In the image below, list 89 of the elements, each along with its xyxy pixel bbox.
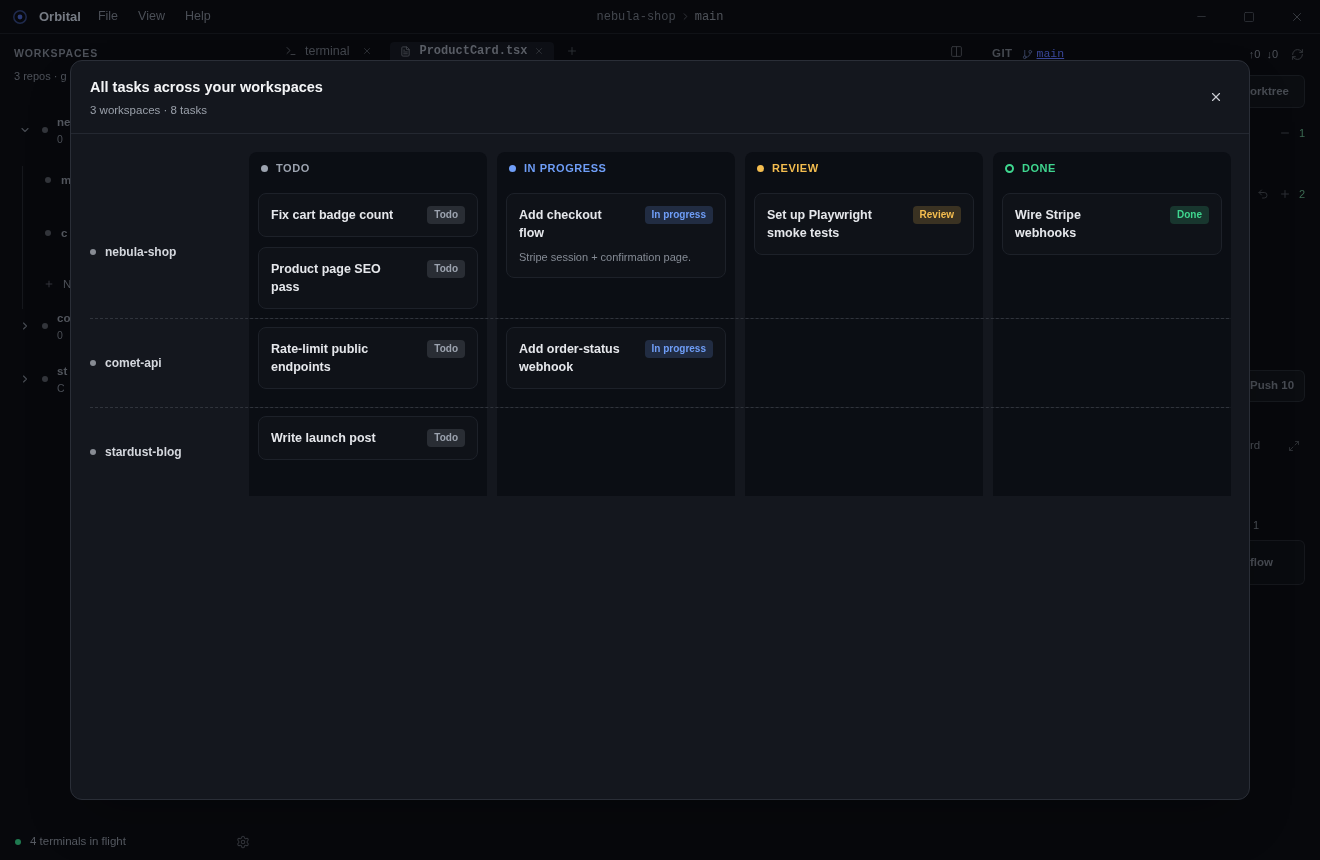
column-title: REVIEW	[772, 161, 819, 177]
plus-icon	[565, 45, 578, 57]
dot-icon	[90, 360, 96, 366]
dialog-subtitle: 3 workspaces · 8 tasks	[90, 102, 208, 118]
settings-button[interactable]	[236, 835, 250, 849]
task-card[interactable]: Set up Playwright smoke tests Review	[754, 193, 974, 255]
status-badge: Todo	[427, 260, 465, 278]
dot-icon	[42, 323, 48, 329]
branch-link[interactable]: main	[1036, 45, 1065, 63]
close-icon	[1209, 90, 1223, 104]
menu-item[interactable]: View	[128, 7, 175, 26]
behind-count: ↓0	[1266, 46, 1278, 62]
column-title: IN PROGRESS	[524, 161, 607, 177]
status-badge: Todo	[427, 340, 465, 358]
task-title: Product page SEO pass	[271, 261, 382, 296]
workspace-name: stardust-blog	[105, 444, 182, 461]
change-count: 2	[1298, 186, 1305, 202]
column-title: TODO	[276, 161, 310, 177]
add-worktree-button[interactable]: N	[44, 275, 72, 293]
maximize-icon	[1243, 10, 1255, 23]
section-label: rd	[1250, 438, 1261, 454]
tab[interactable]: ProductCard.tsx	[390, 42, 554, 60]
repo-name: nebula-shop	[596, 8, 676, 26]
tree-item[interactable]: co 0	[19, 309, 71, 343]
tab[interactable]: terminal	[278, 42, 380, 60]
status-badge: Done	[1170, 206, 1209, 224]
task-title: Set up Playwright smoke tests	[767, 207, 873, 242]
status-dot-icon	[15, 839, 21, 845]
status-badge: Todo	[427, 206, 465, 224]
task-card[interactable]: Rate-limit public endpoints Todo	[258, 327, 478, 389]
status-badge: In progress	[644, 206, 713, 224]
count-text: 1	[1253, 517, 1260, 533]
close-tab-icon[interactable]	[362, 46, 373, 56]
task-title: Add order-status webhook	[519, 341, 621, 376]
app-name: Orbital	[39, 7, 81, 26]
worktree-button[interactable]: orktree	[1250, 75, 1305, 108]
status-badge: Review	[912, 206, 961, 224]
task-title: Write launch post	[271, 430, 376, 447]
task-card[interactable]: Product page SEO pass Todo	[258, 247, 478, 309]
menu-item[interactable]: File	[87, 7, 129, 26]
workspace-name: nebula-shop	[105, 243, 177, 261]
settings-icon	[236, 835, 250, 849]
status-badge: In progress	[644, 340, 713, 358]
tree-item[interactable]: ne 0	[19, 113, 71, 147]
dialog-title: All tasks across your workspaces	[90, 77, 323, 97]
status-badge: Todo	[427, 429, 465, 447]
section-title: WORKSPACES	[14, 48, 99, 59]
task-card[interactable]: Add checkout flow In progress Stripe session + confirmation page.	[506, 193, 726, 278]
plus-icon	[44, 279, 54, 289]
status-text: 4 terminals in flight	[30, 834, 126, 850]
workspace-name: comet-api	[105, 355, 162, 372]
dot-icon	[42, 127, 48, 133]
dot-icon	[90, 449, 96, 455]
ahead-count: ↑0	[1248, 46, 1261, 62]
logo-icon	[13, 9, 27, 24]
expand-icon	[1288, 440, 1300, 452]
plus-icon[interactable]	[1278, 188, 1291, 200]
task-title: Rate-limit public endpoints	[271, 341, 370, 376]
refresh-icon	[1291, 47, 1304, 61]
refresh-button[interactable]	[1291, 47, 1304, 61]
dot-icon	[45, 230, 51, 236]
section-title: GIT	[992, 46, 1013, 62]
terminal-icon	[285, 45, 297, 57]
task-card[interactable]: Fix cart badge count Todo	[258, 193, 478, 237]
task-title: Wire Stripe webhooks	[1015, 207, 1082, 242]
undo-icon[interactable]	[1256, 188, 1269, 200]
task-card[interactable]: Write launch post Todo	[258, 416, 478, 460]
branch-icon	[1021, 48, 1033, 60]
push-button[interactable]: Push 10	[1250, 370, 1305, 402]
task-description: Stripe session + confirmation page.	[519, 250, 693, 265]
task-title: Fix cart badge count	[271, 207, 394, 224]
close-tab-icon[interactable]	[533, 46, 544, 56]
task-card[interactable]: Wire Stripe webhooks Done	[1002, 193, 1222, 255]
tree-item[interactable]: st C	[19, 362, 68, 396]
branch-name: main	[694, 8, 724, 26]
file-icon	[400, 45, 412, 57]
task-card[interactable]: flow	[1250, 540, 1305, 585]
change-count: 1	[1298, 125, 1305, 141]
expand-button[interactable]	[1288, 440, 1300, 452]
workspace-summary: 3 repos · g	[14, 69, 67, 83]
dot-icon	[90, 248, 96, 255]
task-title: Add checkout flow	[519, 207, 603, 242]
tree-item[interactable]: c	[45, 224, 68, 242]
task-card[interactable]: Add order-status webhook In progress	[506, 327, 726, 389]
column-title: DONE	[1022, 161, 1056, 177]
dot-icon	[42, 376, 48, 382]
dot-icon	[45, 177, 51, 183]
menu-item[interactable]: Help	[174, 7, 221, 26]
columns-icon	[950, 44, 963, 58]
